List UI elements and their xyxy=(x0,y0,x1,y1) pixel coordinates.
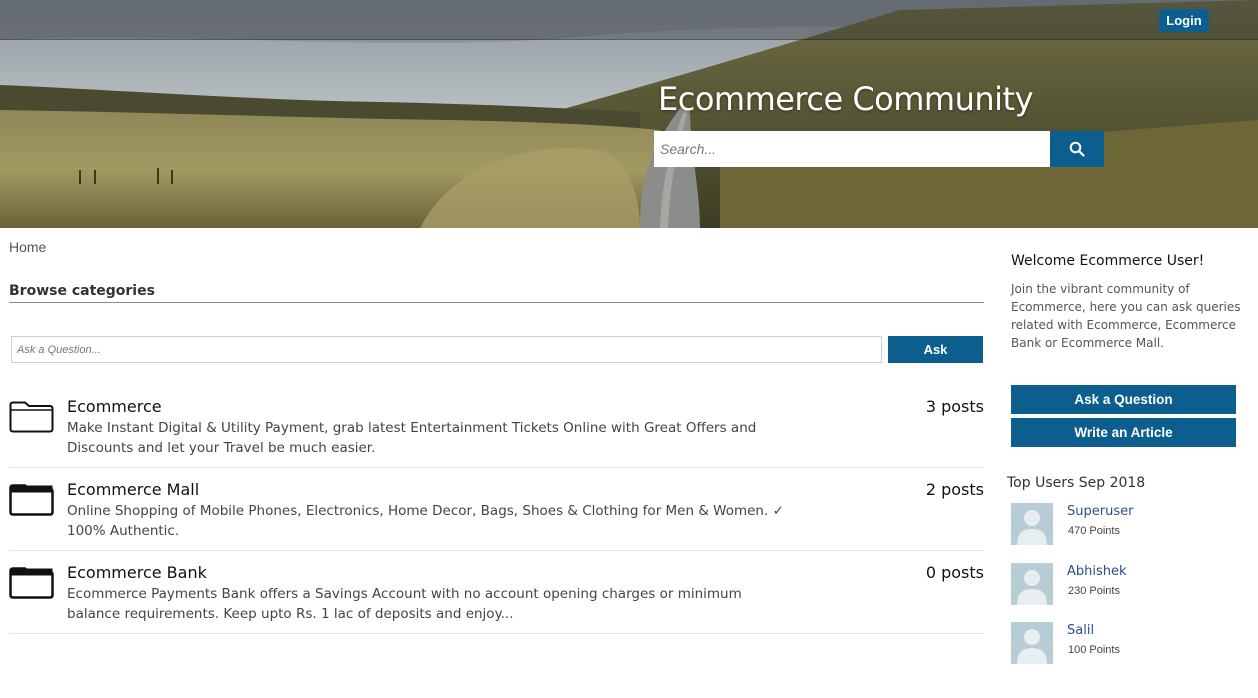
ask-button[interactable]: Ask xyxy=(888,336,983,363)
top-user-item: Salil 100 Points xyxy=(1011,622,1211,667)
top-user-item: Abhishek 230 Points xyxy=(1011,563,1211,608)
folder-outline-icon xyxy=(9,401,54,433)
user-name-link[interactable]: Superuser xyxy=(1067,504,1133,519)
category-post-count: 2 posts xyxy=(925,480,984,499)
avatar[interactable] xyxy=(1011,503,1053,545)
breadcrumb[interactable]: Home xyxy=(9,239,46,255)
search-icon xyxy=(1069,141,1085,157)
category-post-count: 0 posts xyxy=(925,563,984,582)
hero-banner: Login Ecommerce Community xyxy=(0,0,1258,228)
avatar[interactable] xyxy=(1011,563,1053,605)
default-avatar-icon xyxy=(1011,622,1053,664)
welcome-title: Welcome Ecommerce User! xyxy=(1011,253,1205,269)
search-input[interactable] xyxy=(654,131,1051,167)
user-name-link[interactable]: Salil xyxy=(1067,623,1094,638)
category-list: Ecommerce Make Instant Digital & Utility… xyxy=(9,385,984,634)
user-points: 230 Points xyxy=(1068,585,1120,597)
category-description: Ecommerce Payments Bank offers a Savings… xyxy=(67,586,742,622)
top-navigation-bar xyxy=(0,0,1258,40)
site-title: Ecommerce Community xyxy=(658,80,1034,118)
category-name[interactable]: Ecommerce Bank xyxy=(67,563,207,582)
top-users-heading: Top Users Sep 2018 xyxy=(1007,475,1146,491)
category-post-count: 3 posts xyxy=(925,397,984,416)
ask-a-question-button[interactable]: Ask a Question xyxy=(1011,385,1236,414)
category-row-ecommerce-bank[interactable]: Ecommerce Bank Ecommerce Payments Bank o… xyxy=(9,551,984,634)
category-row-ecommerce[interactable]: Ecommerce Make Instant Digital & Utility… xyxy=(9,385,984,468)
ask-question-input[interactable] xyxy=(11,336,882,363)
login-button[interactable]: Login xyxy=(1159,9,1209,32)
folder-filled-icon xyxy=(9,567,54,599)
top-user-item: Superuser 470 Points xyxy=(1011,503,1211,548)
search-button[interactable] xyxy=(1050,131,1104,167)
default-avatar-icon xyxy=(1011,563,1053,605)
user-points: 470 Points xyxy=(1068,525,1120,537)
category-description: Make Instant Digital & Utility Payment, … xyxy=(67,420,757,456)
category-name[interactable]: Ecommerce Mall xyxy=(67,480,199,499)
default-avatar-icon xyxy=(1011,503,1053,545)
browse-categories-heading: Browse categories xyxy=(9,283,984,303)
category-row-ecommerce-mall[interactable]: Ecommerce Mall Online Shopping of Mobile… xyxy=(9,468,984,551)
welcome-text: Join the vibrant community of Ecommerce,… xyxy=(1011,282,1241,350)
avatar[interactable] xyxy=(1011,622,1053,664)
folder-filled-icon xyxy=(9,484,54,516)
category-description: Online Shopping of Mobile Phones, Electr… xyxy=(67,503,784,539)
write-an-article-button[interactable]: Write an Article xyxy=(1011,418,1236,447)
user-points: 100 Points xyxy=(1068,644,1120,656)
category-name[interactable]: Ecommerce xyxy=(67,397,162,416)
user-name-link[interactable]: Abhishek xyxy=(1067,564,1127,579)
